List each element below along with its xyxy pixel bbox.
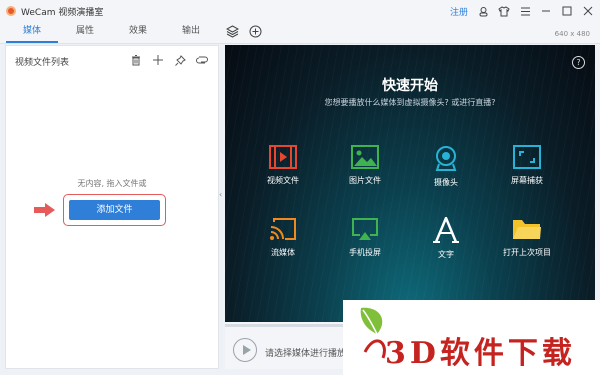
- app-logo-icon: [6, 6, 16, 16]
- add-icon[interactable]: [152, 54, 164, 66]
- qs-webcam[interactable]: 摄像头: [416, 145, 476, 188]
- qs-webcam-label: 摄像头: [434, 178, 458, 187]
- window-controls: 注册: [450, 0, 594, 22]
- help-icon[interactable]: ?: [572, 56, 585, 69]
- skin-shirt-icon[interactable]: [498, 5, 510, 17]
- video-list-panel: 视频文件列表 无内容, 拖入文件或 添加文件: [5, 45, 219, 369]
- user-icon[interactable]: [477, 5, 489, 17]
- panel-toolbar: [130, 54, 208, 66]
- window-title: WeCam 视频演播室: [21, 7, 104, 18]
- video-file-icon: [269, 145, 297, 169]
- qs-open-last-project[interactable]: 打开上次项目: [497, 217, 557, 258]
- menu-icon[interactable]: [519, 5, 531, 17]
- qs-video-file[interactable]: 视频文件: [253, 145, 313, 186]
- qs-stream-media[interactable]: 流媒体: [253, 217, 313, 258]
- title-bar: WeCam 视频演播室 注册: [0, 0, 600, 22]
- webcam-icon: [435, 146, 457, 171]
- add-file-button[interactable]: 添加文件: [69, 200, 160, 220]
- watermark-text: 3D软件下载: [385, 336, 576, 371]
- minimize-icon[interactable]: [540, 5, 552, 17]
- qs-text[interactable]: 文字: [416, 217, 476, 260]
- qs-video-file-label: 视频文件: [267, 176, 299, 185]
- tab-output[interactable]: 输出: [165, 22, 217, 43]
- quick-start-subtitle: 您想要播放什么媒体到虚拟摄像头? 或进行直播?: [324, 98, 496, 107]
- stream-media-icon: [270, 218, 296, 240]
- watermark: 3D软件下载: [343, 300, 600, 375]
- close-icon[interactable]: [582, 5, 594, 17]
- qs-screen-capture-label: 屏幕捕获: [511, 176, 543, 185]
- player-prompt: 请选择媒体进行播放: [265, 349, 347, 359]
- tab-media[interactable]: 媒体: [6, 22, 58, 43]
- add-file-highlight: 添加文件: [63, 194, 166, 226]
- layers-icon[interactable]: [225, 25, 240, 41]
- qs-image-file-label: 图片文件: [349, 176, 381, 185]
- register-link[interactable]: 注册: [450, 5, 468, 18]
- qs-text-label: 文字: [438, 250, 454, 259]
- qs-open-last-project-label: 打开上次项目: [503, 248, 551, 257]
- qs-phone-cast-label: 手机投屏: [349, 248, 381, 257]
- tab-effects[interactable]: 效果: [112, 22, 164, 43]
- tab-properties[interactable]: 属性: [59, 22, 111, 43]
- qs-image-file[interactable]: 图片文件: [335, 145, 395, 186]
- trash-icon[interactable]: [130, 54, 142, 66]
- play-button[interactable]: [233, 338, 257, 362]
- quick-start-title: 快速开始: [382, 78, 438, 94]
- image-file-icon: [351, 145, 379, 169]
- folder-icon: [513, 220, 541, 239]
- text-icon: [433, 217, 459, 243]
- pin-icon[interactable]: [174, 54, 186, 66]
- collapse-panel-icon[interactable]: ‹: [219, 190, 224, 199]
- resolution-label: 640 x 480: [554, 30, 590, 38]
- maximize-icon[interactable]: [561, 5, 573, 17]
- screen-capture-icon: [513, 145, 541, 169]
- tab-bar: 媒体 属性 效果 输出 640 x 480: [0, 22, 600, 44]
- quick-start-panel: ? 快速开始 您想要播放什么媒体到虚拟摄像头? 或进行直播? 视频文件 图片文件: [225, 45, 595, 322]
- qs-stream-media-label: 流媒体: [271, 248, 295, 257]
- scene-tools: [225, 25, 262, 41]
- qs-screen-capture[interactable]: 屏幕捕获: [497, 145, 557, 186]
- phone-cast-icon: [352, 218, 378, 240]
- qs-phone-cast[interactable]: 手机投屏: [335, 217, 395, 258]
- empty-hint: 无内容, 拖入文件或: [77, 179, 147, 188]
- loop-icon[interactable]: [196, 54, 208, 66]
- panel-title: 视频文件列表: [15, 58, 70, 68]
- add-circle-icon[interactable]: [249, 25, 262, 41]
- pointer-arrow-icon: [34, 203, 55, 217]
